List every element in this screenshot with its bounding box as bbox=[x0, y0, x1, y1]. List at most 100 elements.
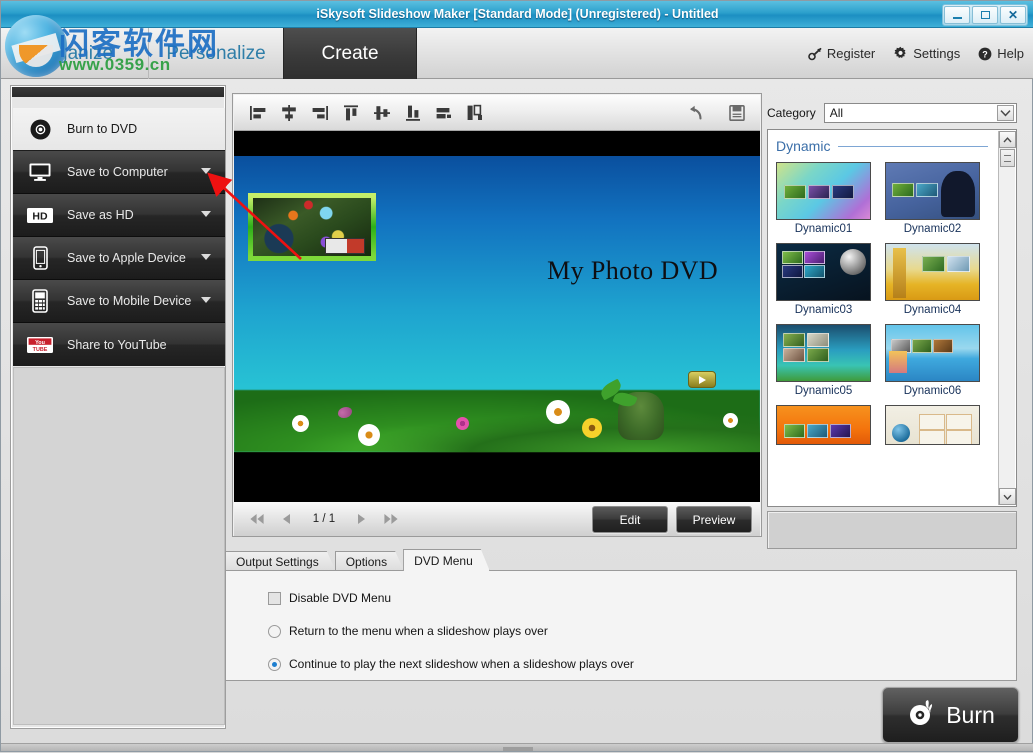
continue-next-slideshow-row[interactable]: Continue to play the next slideshow when… bbox=[268, 657, 634, 671]
sidebar-item-save-to-apple-device-label: Save to Apple Device bbox=[67, 251, 186, 265]
return-to-menu-radio[interactable] bbox=[268, 625, 281, 638]
edit-button[interactable]: Edit bbox=[592, 506, 668, 533]
align-center-horizontal-icon[interactable] bbox=[273, 98, 304, 128]
dvd-menu-preview[interactable]: My Photo DVD bbox=[234, 131, 760, 502]
align-middle-vertical-icon[interactable] bbox=[366, 98, 397, 128]
tab-create[interactable]: Create bbox=[283, 28, 417, 79]
alignment-toolbar bbox=[234, 95, 760, 131]
sidebar-item-save-to-computer-label: Save to Computer bbox=[67, 165, 168, 179]
preview-button[interactable]: Preview bbox=[676, 506, 752, 533]
chevron-down-icon[interactable] bbox=[997, 105, 1014, 121]
template-name: Dynamic03 bbox=[776, 304, 871, 316]
align-left-icon[interactable] bbox=[242, 98, 273, 128]
sidebar-cap bbox=[12, 87, 224, 97]
template-list[interactable]: Dynamic Dynamic01 bbox=[767, 129, 1017, 507]
category-select[interactable]: All bbox=[824, 103, 1017, 123]
scroll-down-arrow[interactable] bbox=[999, 488, 1016, 505]
template-thumbnail bbox=[885, 324, 980, 382]
svg-text:You: You bbox=[35, 339, 45, 345]
page-title[interactable]: My Photo DVD bbox=[547, 256, 718, 286]
output-target-sidebar: Burn to DVD Save to Computer HD Save as … bbox=[10, 85, 226, 729]
distribute-horizontal-icon[interactable] bbox=[428, 98, 459, 128]
tab-create-label: Create bbox=[321, 43, 378, 65]
register-button[interactable]: Register bbox=[808, 46, 875, 61]
template-thumbnail bbox=[885, 405, 980, 445]
phone-icon bbox=[13, 246, 67, 270]
sidebar-empty-area bbox=[13, 367, 225, 725]
sidebar-item-save-as-hd[interactable]: HD Save as HD bbox=[13, 194, 225, 237]
sidebar-item-burn-to-dvd-label: Burn to DVD bbox=[67, 122, 137, 136]
grip-lines bbox=[1004, 155, 1011, 162]
svg-text:HD: HD bbox=[32, 210, 48, 222]
template-scrollbar[interactable] bbox=[998, 131, 1015, 505]
preview-actions: Edit Preview bbox=[592, 506, 752, 533]
align-top-icon[interactable] bbox=[335, 98, 366, 128]
skip-forward-icon[interactable] bbox=[376, 505, 406, 533]
disable-dvd-menu-row[interactable]: Disable DVD Menu bbox=[268, 591, 391, 605]
template-item[interactable]: Dynamic05 bbox=[776, 324, 871, 397]
template-panel: Category All Dynamic bbox=[767, 97, 1017, 537]
maximize-icon bbox=[981, 11, 990, 19]
tab-output-settings[interactable]: Output Settings bbox=[225, 551, 336, 571]
tab-personalize[interactable]: Personalize bbox=[149, 28, 283, 79]
template-name: Dynamic06 bbox=[885, 385, 980, 397]
youtube-icon: YouTUBE bbox=[13, 336, 67, 354]
save-icon[interactable] bbox=[721, 98, 752, 128]
tab-dvd-menu[interactable]: DVD Menu bbox=[403, 549, 490, 571]
close-button[interactable]: ✕ bbox=[1000, 6, 1026, 24]
template-item[interactable]: Dynamic06 bbox=[885, 324, 980, 397]
template-item[interactable]: Dynamic02 bbox=[885, 162, 980, 235]
chevron-down-icon[interactable] bbox=[201, 168, 211, 174]
align-bottom-icon[interactable] bbox=[397, 98, 428, 128]
play-triangle bbox=[699, 376, 706, 384]
return-to-menu-row[interactable]: Return to the menu when a slideshow play… bbox=[268, 624, 548, 638]
template-item[interactable]: Dynamic01 bbox=[776, 162, 871, 235]
tab-organize[interactable]: Organize bbox=[1, 28, 149, 79]
tab-options[interactable]: Options bbox=[335, 551, 404, 571]
scrollbar-thumb[interactable] bbox=[1000, 149, 1015, 167]
template-item[interactable] bbox=[885, 405, 980, 445]
align-right-icon[interactable] bbox=[304, 98, 335, 128]
help-button[interactable]: ? Help bbox=[978, 46, 1024, 61]
minimize-button[interactable] bbox=[944, 6, 970, 24]
undo-icon[interactable] bbox=[680, 98, 711, 128]
chevron-down-icon[interactable] bbox=[201, 211, 211, 217]
maximize-button[interactable] bbox=[972, 6, 998, 24]
page-indicator: 1 / 1 bbox=[310, 513, 338, 525]
tab-options-label: Options bbox=[346, 555, 387, 569]
register-label: Register bbox=[827, 46, 875, 61]
template-name: Dynamic02 bbox=[885, 223, 980, 235]
slideshow-thumbnail[interactable] bbox=[248, 193, 376, 261]
template-item[interactable] bbox=[776, 405, 871, 445]
sidebar-item-share-to-youtube[interactable]: YouTUBE Share to YouTube bbox=[13, 323, 225, 366]
sidebar-item-save-to-mobile-device[interactable]: Save to Mobile Device bbox=[13, 280, 225, 323]
sidebar-item-burn-to-dvd[interactable]: Burn to DVD bbox=[13, 108, 225, 151]
sidebar-item-save-to-computer[interactable]: Save to Computer bbox=[13, 151, 225, 194]
monitor-icon bbox=[13, 162, 67, 182]
skip-backward-icon[interactable] bbox=[242, 505, 272, 533]
template-thumbnail bbox=[885, 243, 980, 301]
window-controls: ✕ bbox=[942, 4, 1028, 26]
burn-button[interactable]: Burn bbox=[882, 687, 1019, 743]
previous-icon[interactable] bbox=[272, 505, 302, 533]
sidebar-list: Burn to DVD Save to Computer HD Save as … bbox=[13, 108, 225, 366]
menu-editor-panel: My Photo DVD 1 / 1 Edit Preview bbox=[232, 93, 762, 537]
play-icon[interactable] bbox=[688, 371, 716, 388]
burn-disc-icon bbox=[906, 697, 937, 734]
tab-personalize-label: Personalize bbox=[166, 43, 265, 65]
main-tab-strip: Organize Personalize Create Register Set… bbox=[1, 28, 1033, 79]
tab-organize-label: Organize bbox=[36, 43, 113, 65]
template-item[interactable]: Dynamic04 bbox=[885, 243, 980, 316]
template-item[interactable]: Dynamic03 bbox=[776, 243, 871, 316]
chevron-down-icon[interactable] bbox=[201, 297, 211, 303]
continue-next-slideshow-radio[interactable] bbox=[268, 658, 281, 671]
distribute-vertical-icon[interactable] bbox=[459, 98, 490, 128]
chevron-down-icon[interactable] bbox=[201, 254, 211, 260]
sidebar-item-save-to-apple-device[interactable]: Save to Apple Device bbox=[13, 237, 225, 280]
settings-button[interactable]: Settings bbox=[893, 46, 960, 61]
next-icon[interactable] bbox=[346, 505, 376, 533]
preview-playback-bar: 1 / 1 Edit Preview bbox=[234, 502, 760, 536]
svg-text:?: ? bbox=[983, 49, 989, 59]
scroll-up-arrow[interactable] bbox=[999, 131, 1016, 148]
disable-dvd-menu-checkbox[interactable] bbox=[268, 592, 281, 605]
